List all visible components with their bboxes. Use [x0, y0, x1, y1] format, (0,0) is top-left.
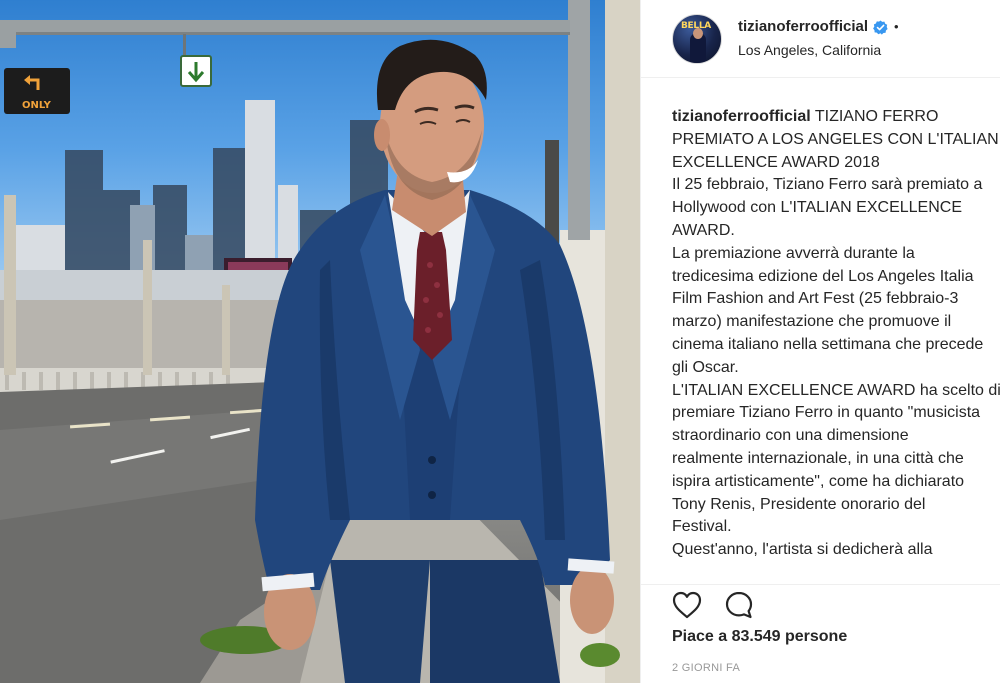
author-avatar[interactable]: BELLA — [672, 13, 722, 64]
post-photo[interactable]: ONLY — [0, 0, 640, 683]
comment-bubble-icon — [725, 591, 753, 618]
avatar-face — [693, 27, 703, 39]
caption-line-0: tizianoferroofficial TIZIANO FERRO — [672, 106, 1000, 129]
caption-line: tredicesima edizione del Los Angeles Ita… — [672, 267, 974, 285]
caption-line: Festival. — [672, 518, 732, 536]
author-info: tizianoferroofficial • Los Angeles, Cali… — [738, 18, 899, 59]
caption-line: ispira artisticamente", come ha dichiara… — [672, 472, 965, 490]
caption-line: Film Fashion and Art Fest (25 febbraio-3 — [672, 290, 959, 308]
author-username[interactable]: tizianoferroofficial — [738, 18, 868, 36]
caption-line: realmente internazionale, in una città c… — [672, 449, 964, 467]
author-row: tizianoferroofficial • — [738, 18, 899, 36]
post-side-panel: BELLA tizianoferroofficial • Los Angeles… — [640, 0, 1000, 683]
verified-badge-icon — [873, 20, 888, 35]
post-location[interactable]: Los Angeles, California — [738, 42, 899, 59]
caption-line: PREMIATO A LOS ANGELES CON L'ITALIAN — [672, 130, 999, 148]
likes-count[interactable]: Piace a 83.549 persone — [672, 628, 847, 646]
caption-username[interactable]: tizianoferroofficial — [672, 108, 811, 125]
signal-text: ONLY — [22, 100, 52, 111]
caption-line: premiare Tiziano Ferro in quanto "musici… — [672, 404, 981, 422]
heart-outline-icon — [672, 591, 702, 618]
caption-line: straordinario con una dimensione — [672, 427, 909, 445]
caption-line: Tony Renis, Presidente onorario del — [672, 495, 926, 513]
like-button[interactable] — [670, 588, 704, 622]
post-header: BELLA tizianoferroofficial • Los Angeles… — [641, 0, 1000, 78]
caption-line: La premiazione avverrà durante la — [672, 244, 915, 262]
post-caption: tizianoferroofficial TIZIANO FERRO PREMI… — [641, 78, 1000, 570]
caption-line: Il 25 febbraio, Tiziano Ferro sarà premi… — [672, 176, 983, 194]
caption-line: L'ITALIAN EXCELLENCE AWARD ha scelto di — [672, 381, 1000, 399]
comment-button[interactable] — [722, 588, 756, 622]
caption-line: Quest'anno, l'artista si dedicherà alla — [672, 541, 933, 559]
caption-line: cinema italiano nella settimana che prec… — [672, 335, 984, 353]
post-actions — [641, 584, 1000, 624]
photo-scene: ONLY — [0, 0, 640, 683]
caption-line: marzo) manifestazione che promuove il — [672, 313, 952, 331]
caption-line: Hollywood con L'ITALIAN EXCELLENCE — [672, 199, 962, 217]
header-separator: • — [894, 19, 899, 35]
caption-line: AWARD. — [672, 221, 735, 239]
caption-line: gli Oscar. — [672, 358, 739, 376]
caption-text: TIZIANO FERRO — [810, 108, 939, 125]
caption-line: EXCELLENCE AWARD 2018 — [672, 153, 880, 171]
post-timestamp[interactable]: 2 GIORNI FA — [672, 662, 740, 674]
